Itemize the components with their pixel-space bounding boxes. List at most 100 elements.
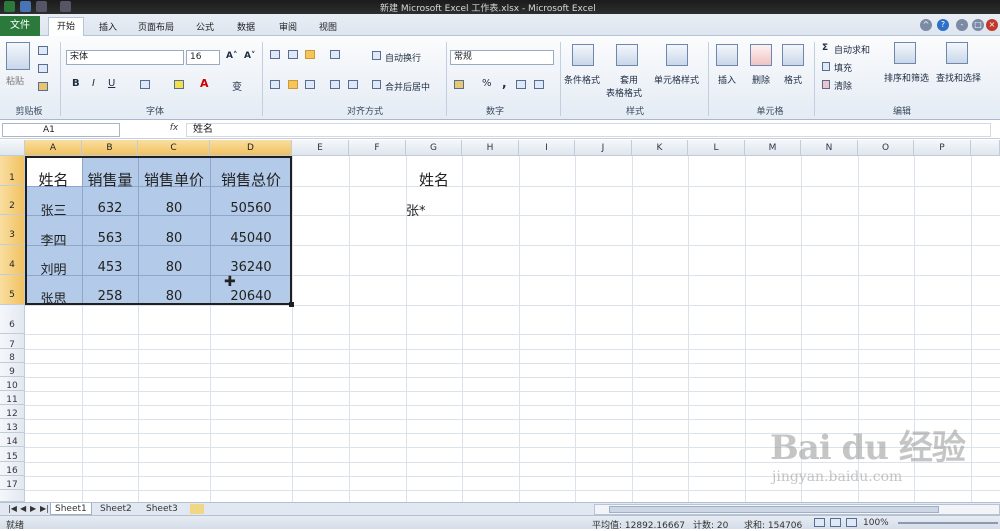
minimize-ribbon-icon[interactable]: ^ <box>920 19 932 31</box>
conditional-format-icon[interactable] <box>572 44 594 66</box>
row-header-3[interactable]: 3 <box>0 215 25 245</box>
clear-button[interactable]: 清除 <box>834 79 852 92</box>
align-center-icon[interactable] <box>288 80 298 89</box>
cell-D3[interactable]: 45040 <box>210 231 292 246</box>
cell-A5[interactable]: 张思 <box>25 288 82 307</box>
column-header-D[interactable]: D <box>210 140 292 156</box>
column-header-H[interactable]: H <box>462 140 519 156</box>
insert-cells-button[interactable]: 插入 <box>718 73 736 86</box>
align-right-icon[interactable] <box>305 80 315 89</box>
align-bottom-icon[interactable] <box>305 50 315 59</box>
column-header-E[interactable]: E <box>292 140 349 156</box>
sheet-tab-3[interactable]: Sheet3 <box>142 503 182 515</box>
column-header-G[interactable]: G <box>406 140 462 156</box>
paste-icon[interactable] <box>6 42 30 70</box>
wrap-text-button[interactable]: 自动换行 <box>385 51 421 64</box>
cell-B1[interactable]: 销售量 <box>82 169 138 190</box>
column-header-M[interactable]: M <box>745 140 801 156</box>
align-left-icon[interactable] <box>270 80 280 89</box>
row-header-12[interactable]: 12 <box>0 405 25 419</box>
row-header-11[interactable]: 11 <box>0 391 25 405</box>
format-cells-icon[interactable] <box>782 44 804 66</box>
save-icon[interactable] <box>20 1 31 12</box>
fill-color-icon[interactable] <box>174 80 184 89</box>
page-layout-view-icon[interactable] <box>830 518 841 527</box>
format-as-table-label1[interactable]: 套用 <box>620 73 638 86</box>
cell-A2[interactable]: 张三 <box>25 200 82 219</box>
shrink-font-icon[interactable]: A˅ <box>244 51 255 61</box>
column-header-C[interactable]: C <box>138 140 210 156</box>
cell-B3[interactable]: 563 <box>82 231 138 246</box>
undo-icon[interactable] <box>36 1 47 12</box>
number-format-select[interactable]: 常规 <box>450 50 554 65</box>
tab-data[interactable]: 数据 <box>232 20 260 33</box>
merge-center-button[interactable]: 合并后居中 <box>385 80 430 93</box>
tab-review[interactable]: 审阅 <box>274 20 302 33</box>
format-as-table-icon[interactable] <box>616 44 638 66</box>
row-header-8[interactable]: 8 <box>0 349 25 363</box>
delete-cells-icon[interactable] <box>750 44 772 66</box>
cell-G1[interactable]: 姓名 <box>406 169 462 190</box>
row-header-6[interactable]: 6 <box>0 305 25 334</box>
window-minimize-icon[interactable]: - <box>956 19 968 31</box>
tab-formulas[interactable]: 公式 <box>192 20 218 33</box>
cell-D5[interactable]: 20640 <box>210 289 292 304</box>
insert-function-icon[interactable]: fx <box>163 123 185 137</box>
cell-B4[interactable]: 453 <box>82 260 138 275</box>
font-color-icon[interactable]: A <box>200 77 209 90</box>
new-sheet-icon[interactable] <box>190 504 204 514</box>
column-header-A[interactable]: A <box>25 140 82 156</box>
column-header-L[interactable]: L <box>688 140 745 156</box>
column-header-O[interactable]: O <box>858 140 914 156</box>
name-box[interactable]: A1 <box>2 123 120 137</box>
underline-button[interactable]: U <box>108 78 115 89</box>
cell-B5[interactable]: 258 <box>82 289 138 304</box>
cell-A3[interactable]: 李四 <box>25 230 82 249</box>
horizontal-scroll-thumb[interactable] <box>609 506 939 513</box>
copy-icon[interactable] <box>38 64 48 73</box>
row-header-14[interactable]: 14 <box>0 433 25 447</box>
column-header-I[interactable]: I <box>519 140 575 156</box>
tab-page-layout[interactable]: 页面布局 <box>134 20 178 33</box>
cell-C2[interactable]: 80 <box>138 201 210 216</box>
cell-D1[interactable]: 销售总价 <box>210 169 292 190</box>
autosum-button[interactable]: 自动求和 <box>834 43 870 56</box>
cell-styles-icon[interactable] <box>666 44 688 66</box>
page-break-view-icon[interactable] <box>846 518 857 527</box>
row-header-2[interactable]: 2 <box>0 186 25 215</box>
help-icon[interactable]: ? <box>937 19 949 31</box>
decrease-decimal-icon[interactable] <box>534 80 544 89</box>
column-header-B[interactable]: B <box>82 140 138 156</box>
normal-view-icon[interactable] <box>814 518 825 527</box>
grow-font-icon[interactable]: A˄ <box>226 51 237 61</box>
cell-A4[interactable]: 刘明 <box>25 259 82 278</box>
align-middle-icon[interactable] <box>288 50 298 59</box>
horizontal-scrollbar[interactable] <box>594 504 1000 515</box>
window-restore-icon[interactable]: □ <box>972 19 984 31</box>
window-close-icon[interactable]: × <box>986 19 998 31</box>
font-name-select[interactable]: 宋体 <box>66 50 184 65</box>
column-header-P[interactable]: P <box>914 140 971 156</box>
find-select-icon[interactable] <box>946 42 968 64</box>
row-header-10[interactable]: 10 <box>0 377 25 391</box>
column-header-K[interactable]: K <box>632 140 688 156</box>
border-icon[interactable] <box>140 80 150 89</box>
sort-filter-button[interactable]: 排序和筛选 <box>884 71 929 84</box>
delete-cells-button[interactable]: 删除 <box>752 73 770 86</box>
cell-C4[interactable]: 80 <box>138 260 210 275</box>
font-size-select[interactable]: 16 <box>186 50 220 65</box>
tab-view[interactable]: 视图 <box>314 20 342 33</box>
redo-icon[interactable] <box>60 1 71 12</box>
row-header-4[interactable]: 4 <box>0 245 25 275</box>
bold-button[interactable]: B <box>72 78 80 89</box>
currency-icon[interactable] <box>454 80 464 89</box>
cell-styles-button[interactable]: 单元格样式 <box>654 73 699 86</box>
comma-button[interactable]: , <box>502 76 507 90</box>
conditional-format-button[interactable]: 条件格式 <box>564 73 600 86</box>
italic-button[interactable]: I <box>92 78 95 89</box>
column-header-N[interactable]: N <box>801 140 858 156</box>
formula-input[interactable]: 姓名 <box>186 123 991 137</box>
zoom-slider[interactable] <box>898 522 998 524</box>
tab-file[interactable]: 文件 <box>0 16 40 36</box>
row-header-7[interactable]: 7 <box>0 334 25 350</box>
